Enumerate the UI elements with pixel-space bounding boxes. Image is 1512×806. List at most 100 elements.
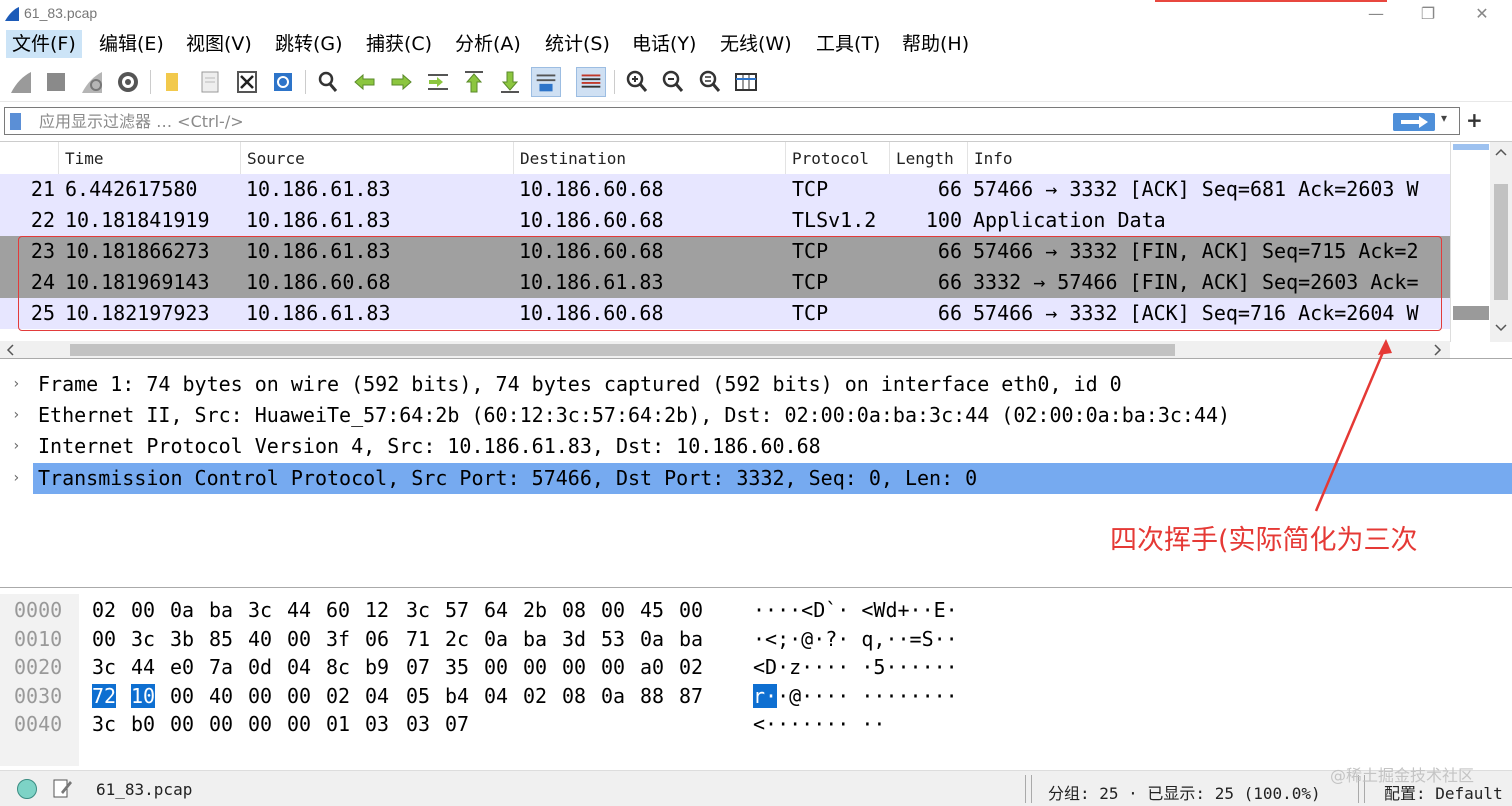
zoom-normal-icon[interactable]: [695, 67, 725, 97]
scrollbar-thumb[interactable]: [1494, 184, 1508, 300]
menu-view[interactable]: 视图(V): [180, 30, 258, 58]
hex-byte[interactable]: 0a: [170, 598, 194, 622]
menu-edit[interactable]: 编辑(E): [93, 30, 170, 58]
hex-byte[interactable]: 02: [326, 684, 350, 708]
hex-byte[interactable]: 02: [523, 684, 547, 708]
hex-byte[interactable]: 00: [287, 712, 311, 736]
ascii-dump[interactable]: <D·z···· ·5······: [753, 655, 958, 679]
hex-byte[interactable]: b0: [131, 712, 155, 736]
close-button[interactable]: ✕: [1462, 2, 1502, 26]
reload-icon[interactable]: [268, 67, 298, 97]
add-filter-button[interactable]: +: [1466, 109, 1483, 131]
ascii-dump[interactable]: <······· ··: [753, 712, 885, 736]
hex-byte[interactable]: 00: [209, 712, 233, 736]
zoom-in-icon[interactable]: [622, 67, 652, 97]
hex-byte[interactable]: 00: [287, 627, 311, 651]
hex-byte[interactable]: 02: [679, 655, 703, 679]
column-header-time[interactable]: Time: [58, 142, 240, 174]
packet-row[interactable]: 22 10.181841919 10.186.61.83 10.186.60.6…: [0, 205, 1450, 236]
scroll-left-icon[interactable]: [6, 344, 14, 356]
hex-byte[interactable]: 07: [406, 655, 430, 679]
menu-file[interactable]: 文件(F): [6, 30, 82, 58]
hex-byte[interactable]: ba: [209, 598, 233, 622]
hex-byte[interactable]: 00: [131, 598, 155, 622]
hex-byte[interactable]: 00: [601, 655, 625, 679]
hex-byte[interactable]: 00: [484, 655, 508, 679]
first-packet-icon[interactable]: [459, 67, 489, 97]
hex-byte[interactable]: 06: [365, 627, 389, 651]
hex-byte[interactable]: ba: [523, 627, 547, 651]
colorize-icon[interactable]: [576, 67, 606, 97]
minimize-button[interactable]: —: [1356, 2, 1396, 26]
hex-byte[interactable]: 3d: [562, 627, 586, 651]
stop-square-icon[interactable]: [41, 67, 71, 97]
scroll-right-icon[interactable]: [1434, 344, 1442, 356]
detail-row-ethernet[interactable]: › Ethernet II, Src: HuaweiTe_57:64:2b (6…: [0, 400, 1512, 431]
hex-byte[interactable]: 0a: [484, 627, 508, 651]
hex-byte[interactable]: 44: [287, 598, 311, 622]
hex-byte[interactable]: 12: [365, 598, 389, 622]
hex-byte[interactable]: 0a: [640, 627, 664, 651]
find-magnifier-icon[interactable]: [313, 67, 343, 97]
capture-options-gear-icon[interactable]: [113, 67, 143, 97]
scrollbar-thumb[interactable]: [70, 344, 1175, 356]
filter-history-dropdown[interactable]: ▾: [1441, 111, 1447, 125]
hex-byte[interactable]: 3f: [326, 627, 350, 651]
hex-byte[interactable]: 2c: [445, 627, 469, 651]
last-packet-icon[interactable]: [495, 67, 525, 97]
ascii-dump[interactable]: ····<D`· <Wd+··E·: [753, 598, 958, 622]
column-header-no[interactable]: [0, 142, 58, 174]
hex-byte[interactable]: 40: [248, 627, 272, 651]
close-file-icon[interactable]: [232, 67, 262, 97]
hex-byte[interactable]: a0: [640, 655, 664, 679]
menu-statistics[interactable]: 统计(S): [539, 30, 616, 58]
menu-analyze[interactable]: 分析(A): [449, 30, 527, 58]
autoscroll-icon[interactable]: [531, 67, 561, 97]
hex-byte[interactable]: 00: [287, 684, 311, 708]
hex-byte[interactable]: 05: [406, 684, 430, 708]
hex-byte[interactable]: 44: [131, 655, 155, 679]
menu-go[interactable]: 跳转(G): [269, 30, 349, 58]
save-file-icon[interactable]: [195, 67, 225, 97]
hex-byte[interactable]: 00: [248, 684, 272, 708]
zoom-out-icon[interactable]: [658, 67, 688, 97]
packet-minimap[interactable]: [1450, 142, 1490, 342]
hex-byte[interactable]: 60: [326, 598, 350, 622]
hex-byte[interactable]: 04: [365, 684, 389, 708]
hex-byte[interactable]: 88: [640, 684, 664, 708]
expand-chevron-icon[interactable]: ›: [12, 369, 20, 400]
hex-byte[interactable]: 00: [679, 598, 703, 622]
shark-fin-start-icon[interactable]: [6, 67, 36, 97]
packet-list-vertical-scrollbar[interactable]: [1490, 142, 1512, 342]
hex-byte[interactable]: 0d: [248, 655, 272, 679]
resize-columns-icon[interactable]: [731, 67, 761, 97]
menu-tools[interactable]: 工具(T): [810, 30, 886, 58]
hex-byte[interactable]: 87: [679, 684, 703, 708]
packet-list-horizontal-scrollbar[interactable]: [0, 341, 1450, 358]
hex-byte[interactable]: 08: [562, 598, 586, 622]
detail-row-frame[interactable]: › Frame 1: 74 bytes on wire (592 bits), …: [0, 369, 1512, 400]
maximize-button[interactable]: ❐: [1408, 2, 1448, 26]
hex-byte[interactable]: 00: [92, 627, 116, 651]
open-folder-icon[interactable]: [158, 67, 188, 97]
hex-byte[interactable]: 57: [445, 598, 469, 622]
hex-byte[interactable]: 04: [287, 655, 311, 679]
hex-byte[interactable]: 8c: [326, 655, 350, 679]
hex-byte[interactable]: 71: [406, 627, 430, 651]
hex-byte[interactable]: 45: [640, 598, 664, 622]
hex-byte[interactable]: 0a: [601, 684, 625, 708]
menu-wireless[interactable]: 无线(W): [714, 30, 798, 58]
hex-byte[interactable]: 02: [92, 598, 116, 622]
scroll-down-icon[interactable]: [1495, 324, 1507, 332]
hex-byte[interactable]: 08: [562, 684, 586, 708]
hex-byte[interactable]: e0: [170, 655, 194, 679]
hex-byte[interactable]: 00: [170, 712, 194, 736]
hex-byte[interactable]: 3c: [248, 598, 272, 622]
scroll-up-icon[interactable]: [1495, 148, 1507, 156]
menu-capture[interactable]: 捕获(C): [360, 30, 438, 58]
hex-byte[interactable]: 53: [601, 627, 625, 651]
expand-chevron-icon[interactable]: ›: [12, 400, 20, 431]
hex-byte[interactable]: 10: [131, 683, 156, 708]
ascii-dump[interactable]: ·<;·@·?· q,··=S··: [753, 627, 958, 651]
hex-byte[interactable]: 00: [562, 655, 586, 679]
